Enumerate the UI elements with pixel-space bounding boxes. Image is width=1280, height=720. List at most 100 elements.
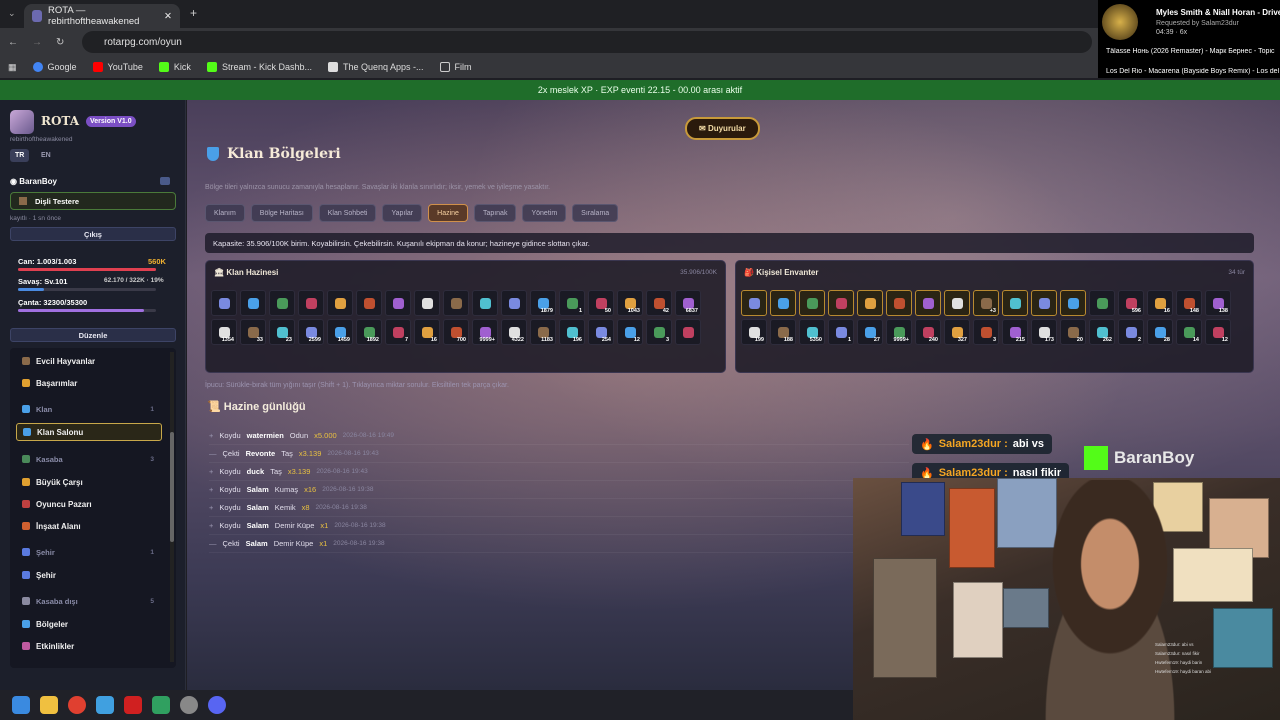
inventory-slot[interactable]: 215 (1002, 319, 1028, 345)
sidebar-item--ehir[interactable]: Şehir 1 (10, 543, 162, 561)
inventory-slot[interactable]: 5350 (799, 319, 825, 345)
app-icon[interactable] (152, 696, 170, 714)
bookmark-youtube[interactable]: YouTube (92, 62, 143, 72)
inventory-slot[interactable] (240, 290, 266, 316)
inventory-slot[interactable] (1002, 290, 1028, 316)
equipped-tool[interactable]: Dişli Testere (10, 192, 176, 210)
inventory-slot[interactable]: 3 (646, 319, 672, 345)
tab-hazine[interactable]: Hazine (428, 204, 468, 222)
tab-list-icon[interactable]: ⌄ (8, 8, 16, 19)
new-tab-icon[interactable]: + (190, 6, 197, 20)
inventory-slot[interactable] (741, 290, 767, 316)
sidebar-item-evcil-hayvanlar[interactable]: Evcil Hayvanlar (10, 352, 162, 370)
inventory-slot[interactable]: 23 (269, 319, 295, 345)
inventory-slot[interactable] (1031, 290, 1057, 316)
inventory-slot[interactable]: 327 (944, 319, 970, 345)
tab-klan-sohbeti[interactable]: Klan Sohbeti (318, 204, 377, 222)
sidebar-item-b-lgeler[interactable]: Bölgeler (10, 615, 162, 633)
inventory-slot[interactable] (1089, 290, 1115, 316)
inventory-slot[interactable]: 2599 (298, 319, 324, 345)
inventory-slot[interactable]: 148 (1176, 290, 1202, 316)
inventory-slot[interactable]: 2 (1118, 319, 1144, 345)
inventory-slot[interactable]: 596 (1118, 290, 1144, 316)
inventory-slot[interactable]: 254 (588, 319, 614, 345)
app-icon[interactable] (96, 696, 114, 714)
inventory-slot[interactable]: 3 (973, 319, 999, 345)
inventory-slot[interactable] (443, 290, 469, 316)
inventory-slot[interactable] (211, 290, 237, 316)
tab-b-lge-haritas-[interactable]: Bölge Haritası (250, 204, 313, 222)
sidebar-item-kasaba[interactable]: Kasaba 3 (10, 450, 162, 468)
inventory-slot[interactable]: 12 (1205, 319, 1231, 345)
inventory-slot[interactable]: 50 (588, 290, 614, 316)
bookmark-google[interactable]: Google (32, 62, 77, 72)
announcements-button[interactable]: ✉ Duyurular (685, 117, 760, 140)
tab-klan-m[interactable]: Klanım (205, 204, 245, 222)
sidebar-item--ehir[interactable]: Şehir (10, 566, 162, 584)
tab-tap-nak[interactable]: Tapınak (473, 204, 517, 222)
inventory-slot[interactable]: 199 (741, 319, 767, 345)
inventory-slot[interactable]: 9999+ (886, 319, 912, 345)
tab-s-ralama[interactable]: Sıralama (572, 204, 619, 222)
file-explorer-icon[interactable] (40, 696, 58, 714)
bookmark-film-folder[interactable]: Film (439, 62, 472, 72)
inventory-slot[interactable]: 4322 (501, 319, 527, 345)
edit-button[interactable]: Düzenle (10, 328, 176, 342)
bookmark-quenq[interactable]: The Quenq Apps -... (327, 62, 424, 72)
sidebar-item-etkinlikler[interactable]: Etkinlikler (10, 637, 162, 655)
inventory-slot[interactable]: 9999+ (472, 319, 498, 345)
sidebar-item-klan[interactable]: Klan 1 (10, 400, 162, 418)
bookmark-kick[interactable]: Kick (158, 62, 191, 72)
tab-y-netim[interactable]: Yönetim (522, 204, 567, 222)
sidebar-item-oyuncu-pazar-[interactable]: Oyuncu Pazarı (10, 495, 162, 513)
back-icon[interactable]: ← (8, 37, 18, 48)
sidebar-item-b-y-k-ar-[interactable]: Büyük Çarşı (10, 473, 162, 491)
chrome-icon[interactable] (68, 696, 86, 714)
inventory-slot[interactable]: 16 (1147, 290, 1173, 316)
inventory-slot[interactable] (828, 290, 854, 316)
inventory-slot[interactable]: 6837 (675, 290, 701, 316)
sidebar-item-kasaba-d-[interactable]: Kasaba dışı 5 (10, 592, 162, 610)
reload-icon[interactable]: ↻ (56, 37, 64, 48)
browser-tab[interactable]: ROTA — rebirthoftheawakened ✕ (24, 4, 180, 28)
inventory-slot[interactable] (501, 290, 527, 316)
forward-icon[interactable]: → (32, 37, 42, 48)
inventory-slot[interactable]: 138 (1205, 290, 1231, 316)
inventory-slot[interactable]: 1183 (530, 319, 556, 345)
inventory-slot[interactable]: 1459 (327, 319, 353, 345)
inventory-slot[interactable] (857, 290, 883, 316)
inventory-slot[interactable]: 42 (646, 290, 672, 316)
inventory-slot[interactable] (356, 290, 382, 316)
inventory-slot[interactable] (799, 290, 825, 316)
sidebar-item-i-n-aat-alan-[interactable]: İnşaat Alanı (10, 517, 162, 535)
inventory-slot[interactable]: 7 (385, 319, 411, 345)
discord-icon[interactable] (208, 696, 226, 714)
inventory-slot[interactable]: 196 (559, 319, 585, 345)
inventory-slot[interactable] (1060, 290, 1086, 316)
inventory-slot[interactable]: 1879 (530, 290, 556, 316)
close-tab-icon[interactable]: ✕ (164, 11, 172, 22)
url-field[interactable]: rotarpg.com/oyun (82, 31, 1092, 53)
inventory-slot[interactable]: 1 (559, 290, 585, 316)
inventory-slot[interactable] (770, 290, 796, 316)
inventory-slot[interactable]: 262 (1089, 319, 1115, 345)
inventory-slot[interactable] (327, 290, 353, 316)
sidebar-item-ba-ar-mlar[interactable]: Başarımlar (10, 374, 162, 392)
inventory-slot[interactable]: 1354 (211, 319, 237, 345)
inventory-slot[interactable]: 28 (1147, 319, 1173, 345)
inventory-slot[interactable]: 1892 (356, 319, 382, 345)
app-icon[interactable] (124, 696, 142, 714)
inventory-slot[interactable]: 14 (1176, 319, 1202, 345)
inventory-slot[interactable]: 1043 (617, 290, 643, 316)
inventory-slot[interactable]: 16 (414, 319, 440, 345)
inventory-slot[interactable] (886, 290, 912, 316)
inventory-slot[interactable]: 12 (617, 319, 643, 345)
inventory-slot[interactable]: 1 (828, 319, 854, 345)
inventory-slot[interactable]: 700 (443, 319, 469, 345)
inventory-slot[interactable]: 173 (1031, 319, 1057, 345)
app-icon[interactable] (180, 696, 198, 714)
inventory-slot[interactable] (298, 290, 324, 316)
inventory-slot[interactable]: 188 (770, 319, 796, 345)
inventory-slot[interactable]: +3 (973, 290, 999, 316)
sidebar-item-klan-salonu[interactable]: Klan Salonu (16, 423, 162, 441)
